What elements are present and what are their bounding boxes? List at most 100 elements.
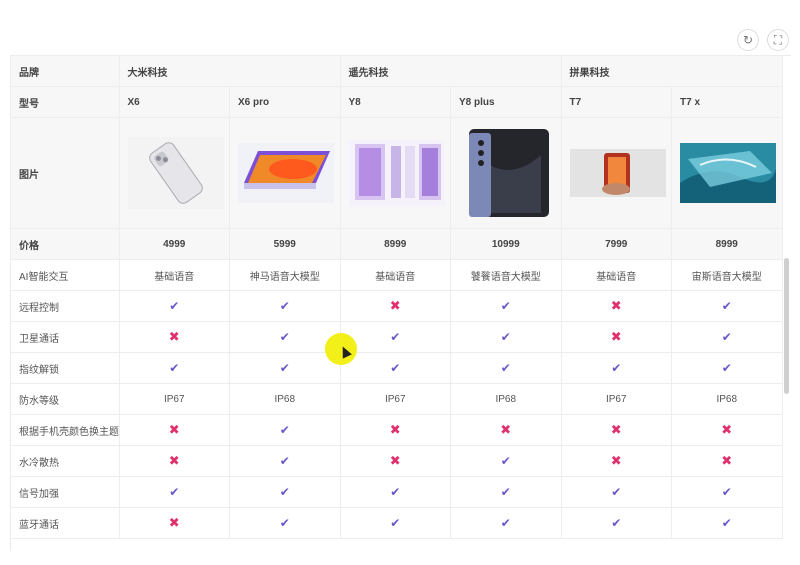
feature-cell: ✖ bbox=[561, 290, 672, 322]
feature-value: 神马语音大模型 bbox=[249, 271, 320, 283]
brand-cell: 大米科技 bbox=[119, 56, 341, 87]
check-icon: ✔ bbox=[721, 330, 732, 344]
refresh-button[interactable]: ↻ bbox=[737, 29, 759, 51]
model-cell: Y8 bbox=[340, 86, 451, 118]
check-icon: ✔ bbox=[611, 361, 622, 375]
feature-label: 根据手机壳颜色换主题 bbox=[11, 414, 120, 446]
check-icon: ✔ bbox=[390, 485, 401, 499]
check-icon: ✔ bbox=[721, 361, 732, 375]
fullscreen-button[interactable]: ⛶ bbox=[767, 29, 789, 51]
check-icon: ✔ bbox=[279, 330, 290, 344]
picture-cell bbox=[450, 117, 562, 229]
feature-cell: ✖ bbox=[119, 414, 230, 446]
feature-cell: ✔ bbox=[119, 476, 230, 508]
feature-cell: ✔ bbox=[561, 476, 672, 508]
feature-cell: ✔ bbox=[340, 352, 451, 384]
feature-value: IP68 bbox=[274, 393, 296, 405]
price-cell: 8999 bbox=[340, 228, 451, 260]
feature-label: 信号加强 bbox=[11, 476, 120, 508]
brand-row: 品牌 大米科技 遥先科技 拼果科技 bbox=[11, 56, 783, 87]
price-cell: 7999 bbox=[561, 228, 672, 260]
feature-cell: ✖ bbox=[119, 321, 230, 353]
feature-cell: ✔ bbox=[450, 321, 562, 353]
feature-cell: IP68 bbox=[671, 383, 783, 415]
feature-cell: ✔ bbox=[119, 290, 230, 322]
picture-cell bbox=[340, 117, 451, 229]
feature-cell: ✔ bbox=[671, 352, 783, 384]
feature-cell: ✔ bbox=[340, 507, 451, 539]
phone-image bbox=[459, 125, 555, 221]
check-icon: ✔ bbox=[279, 361, 290, 375]
check-icon: ✔ bbox=[279, 454, 290, 468]
check-icon: ✔ bbox=[500, 454, 511, 468]
check-icon: ✔ bbox=[500, 361, 511, 375]
phone-image bbox=[569, 149, 666, 197]
feature-cell: ✖ bbox=[671, 414, 783, 446]
feature-cell: ✖ bbox=[340, 290, 451, 322]
feature-cell: ✖ bbox=[340, 445, 451, 477]
model-cell: X6 bbox=[119, 86, 230, 118]
feature-cell: ✔ bbox=[229, 352, 341, 384]
model-cell: X6 pro bbox=[229, 86, 341, 118]
check-icon: ✔ bbox=[390, 516, 401, 530]
feature-cell: ✔ bbox=[450, 476, 562, 508]
feature-cell: ✔ bbox=[671, 476, 783, 508]
feature-cell: ✔ bbox=[671, 507, 783, 539]
brand-row-label: 品牌 bbox=[11, 56, 120, 87]
feature-cell: ✔ bbox=[450, 290, 562, 322]
cross-icon: ✖ bbox=[721, 453, 733, 468]
cross-icon: ✖ bbox=[610, 298, 622, 313]
feature-cell: ✔ bbox=[450, 445, 562, 477]
feature-value: 宙斯语音大模型 bbox=[691, 271, 762, 283]
feature-cell: 基础语音 bbox=[340, 260, 451, 291]
feature-cell: ✔ bbox=[450, 352, 562, 384]
cross-icon: ✖ bbox=[610, 422, 622, 437]
feature-value: 基础语音 bbox=[375, 271, 416, 283]
check-icon: ✔ bbox=[279, 423, 290, 437]
feature-cell: ✔ bbox=[229, 290, 341, 322]
feature-label: AI智能交互 bbox=[11, 260, 120, 291]
feature-table: AI智能交互 基础语音 神马语音大模型 基础语音 饕餮语音大模型 基础语音 宙斯语音大模型远… bbox=[11, 260, 783, 539]
check-icon: ✔ bbox=[500, 330, 511, 344]
feature-row: 信号加强 ✔ ✔ ✔ ✔ ✔ ✔ bbox=[11, 476, 783, 508]
check-icon: ✔ bbox=[169, 361, 180, 375]
phone-image bbox=[238, 143, 334, 203]
phone-image bbox=[348, 140, 445, 206]
feature-cell: 饕餮语音大模型 bbox=[450, 260, 562, 291]
feature-cell: ✔ bbox=[229, 507, 341, 539]
feature-cell: ✔ bbox=[229, 321, 341, 353]
feature-row: 蓝牙通话 ✖ ✔ ✔ ✔ ✔ ✔ bbox=[11, 507, 783, 539]
check-icon: ✔ bbox=[279, 485, 290, 499]
price-row-label: 价格 bbox=[11, 228, 120, 260]
feature-cell: 基础语音 bbox=[119, 260, 230, 291]
check-icon: ✔ bbox=[721, 299, 732, 313]
feature-row: AI智能交互 基础语音 神马语音大模型 基础语音 饕餮语音大模型 基础语音 宙斯语音大模型 bbox=[11, 260, 783, 291]
feature-cell: ✖ bbox=[450, 414, 562, 446]
picture-cell bbox=[671, 117, 783, 229]
cross-icon: ✖ bbox=[389, 422, 401, 437]
model-cell: T7 x bbox=[671, 86, 783, 118]
feature-cell: ✖ bbox=[561, 321, 672, 353]
feature-label: 指纹解锁 bbox=[11, 352, 120, 384]
cross-icon: ✖ bbox=[389, 453, 401, 468]
feature-cell: ✔ bbox=[561, 507, 672, 539]
feature-cell: IP67 bbox=[561, 383, 672, 415]
picture-cell bbox=[561, 117, 672, 229]
vertical-scrollbar[interactable] bbox=[784, 258, 789, 394]
feature-value: 饕餮语音大模型 bbox=[470, 271, 541, 283]
feature-value: IP68 bbox=[495, 393, 517, 405]
check-icon: ✔ bbox=[279, 299, 290, 313]
check-icon: ✔ bbox=[500, 516, 511, 530]
feature-row: 卫星通话 ✖ ✔ ✔ ✔ ✖ ✔ bbox=[11, 321, 783, 353]
feature-label: 蓝牙通话 bbox=[11, 507, 120, 539]
feature-value: IP67 bbox=[384, 393, 406, 405]
feature-cell: ✔ bbox=[229, 445, 341, 477]
feature-value: IP67 bbox=[163, 393, 185, 405]
feature-cell: ✔ bbox=[340, 476, 451, 508]
feature-cell: 宙斯语音大模型 bbox=[671, 260, 783, 291]
feature-cell: 基础语音 bbox=[561, 260, 672, 291]
feature-cell: ✔ bbox=[119, 352, 230, 384]
cross-icon: ✖ bbox=[168, 453, 180, 468]
price-cell: 5999 bbox=[229, 228, 341, 260]
fullscreen-icon: ⛶ bbox=[773, 33, 783, 47]
